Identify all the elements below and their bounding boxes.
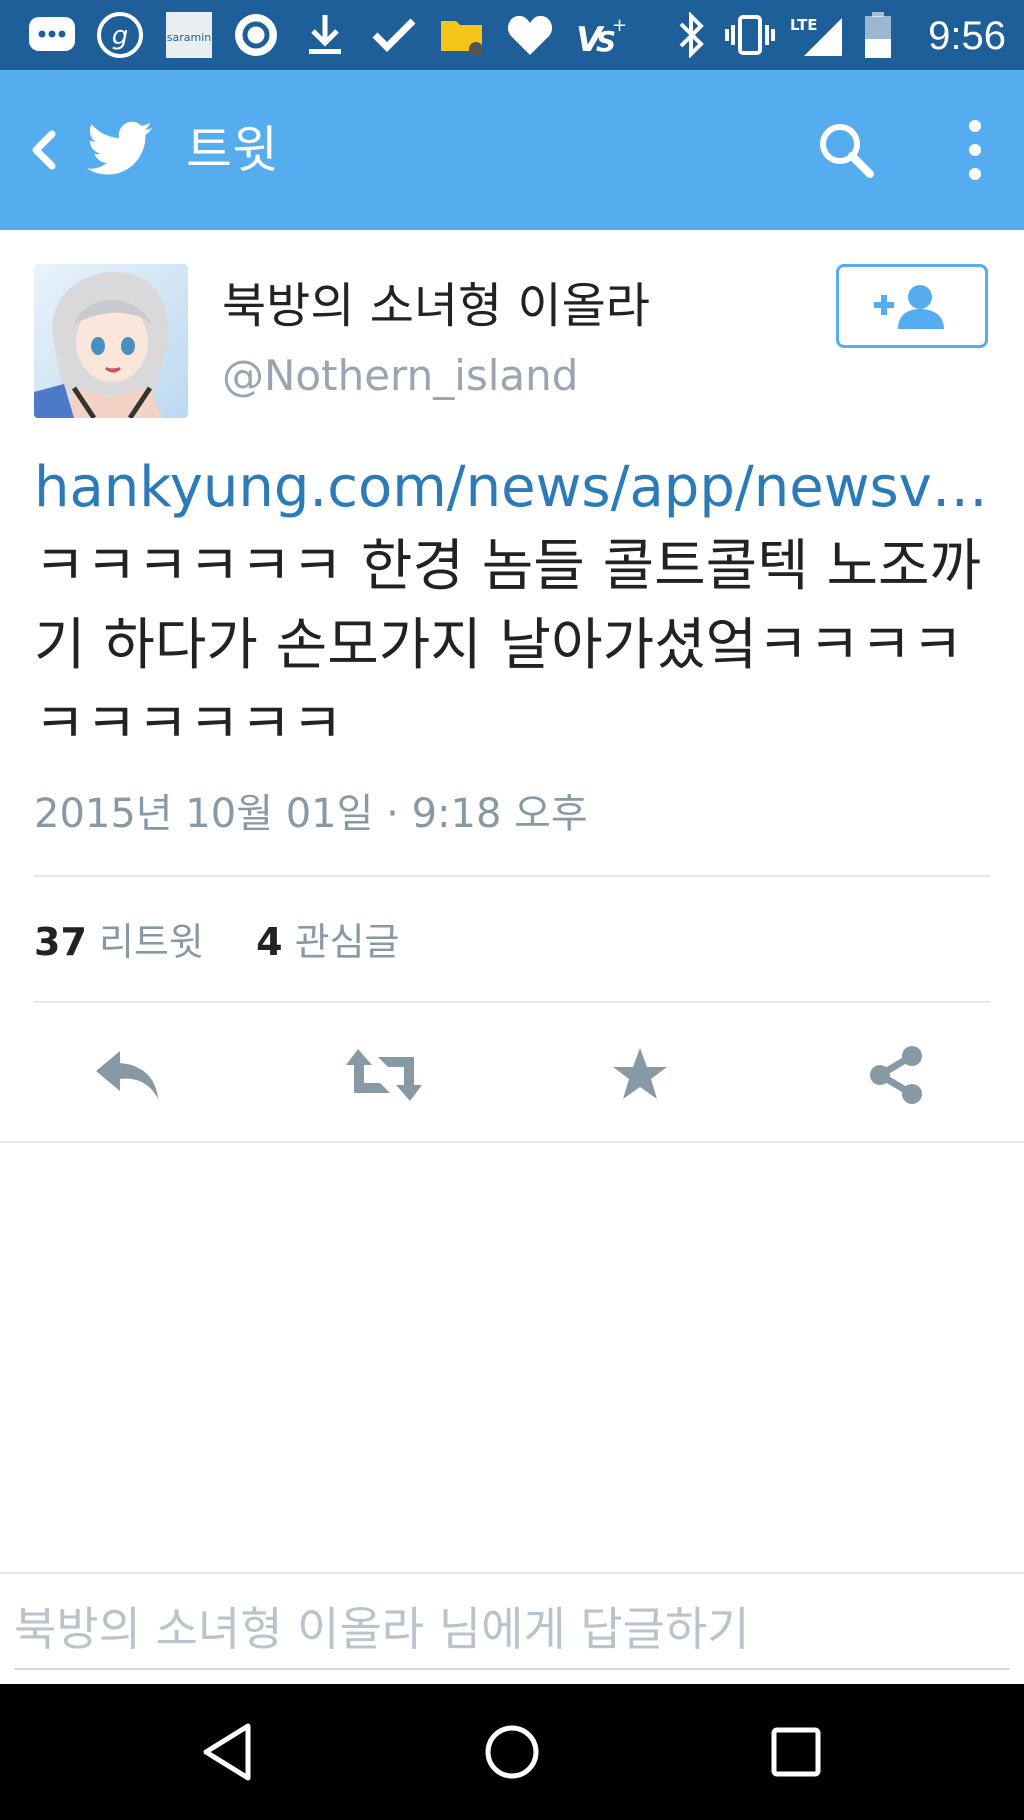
tweet-stats: 37 리트윗 4 관심글 [34,912,400,972]
add-user-icon [874,285,944,329]
app-bar: 트윗 [0,70,1024,230]
tweet-text: hankyung.com/news/app/newsv… ㅋㅋㅋㅋㅋㅋ 한경 놈… [34,448,994,764]
follow-button[interactable] [836,264,988,348]
message-icon [26,10,78,60]
bluetooth-icon [672,10,712,60]
vibrate-icon [722,10,778,60]
twitter-bird-icon [84,112,156,184]
user-handle[interactable]: @Nothern_island [222,348,578,404]
battery-icon [858,10,898,60]
recents-square-icon[interactable] [756,1712,836,1792]
svg-text:g: g [112,21,129,51]
vs-plus-icon: V S + [572,10,628,60]
svg-text:+: + [612,15,626,36]
svg-text:saramin: saramin [167,31,212,44]
status-bar: g saramin V S + LTE 9:56 [0,0,1024,70]
avatar[interactable] [34,264,188,418]
favorite-star-icon[interactable] [600,1040,680,1110]
favorite-label[interactable]: 관심글 [295,920,400,964]
retweet-count[interactable]: 37 [34,920,87,964]
more-options-icon[interactable] [950,110,1000,190]
saramin-icon: saramin [164,10,214,60]
home-circle-icon[interactable] [472,1712,552,1792]
check-icon [368,10,420,60]
tweet-link[interactable]: hankyung.com/news/app/newsv… [34,455,988,520]
reply-bar [0,1572,1024,1686]
heart-icon [504,10,556,60]
g-app-icon: g [94,10,146,60]
display-name[interactable]: 북방의 소녀형 이올라 [222,276,650,336]
status-time: 9:56 [928,14,1006,58]
share-icon[interactable] [856,1040,936,1110]
back-arrow-icon[interactable] [16,120,76,180]
reply-input[interactable] [14,1590,1010,1670]
tweet-actions [0,1030,1024,1120]
download-icon [300,10,350,60]
divider [34,875,990,877]
favorite-count[interactable]: 4 [256,920,282,964]
reply-icon[interactable] [88,1040,168,1110]
folder-icon [436,10,488,60]
search-icon[interactable] [812,116,880,184]
system-nav-bar [0,1684,1024,1820]
lte-signal-icon: LTE [788,10,844,60]
tweet-timestamp: 2015년 10월 01일 · 9:18 오후 [34,791,588,837]
divider [0,1141,1024,1143]
svg-text:LTE: LTE [790,16,818,34]
divider [34,1001,990,1003]
circle-app-icon [230,10,282,60]
retweet-label[interactable]: 리트윗 [99,920,204,964]
back-triangle-icon[interactable] [188,1712,268,1792]
tweet-body: ㅋㅋㅋㅋㅋㅋ 한경 놈들 콜트콜텍 노조까기 하다가 손모가지 날아가셨엌ㅋㅋㅋ… [34,534,982,757]
retweet-icon[interactable] [344,1040,424,1110]
page-title: 트윗 [186,121,278,179]
